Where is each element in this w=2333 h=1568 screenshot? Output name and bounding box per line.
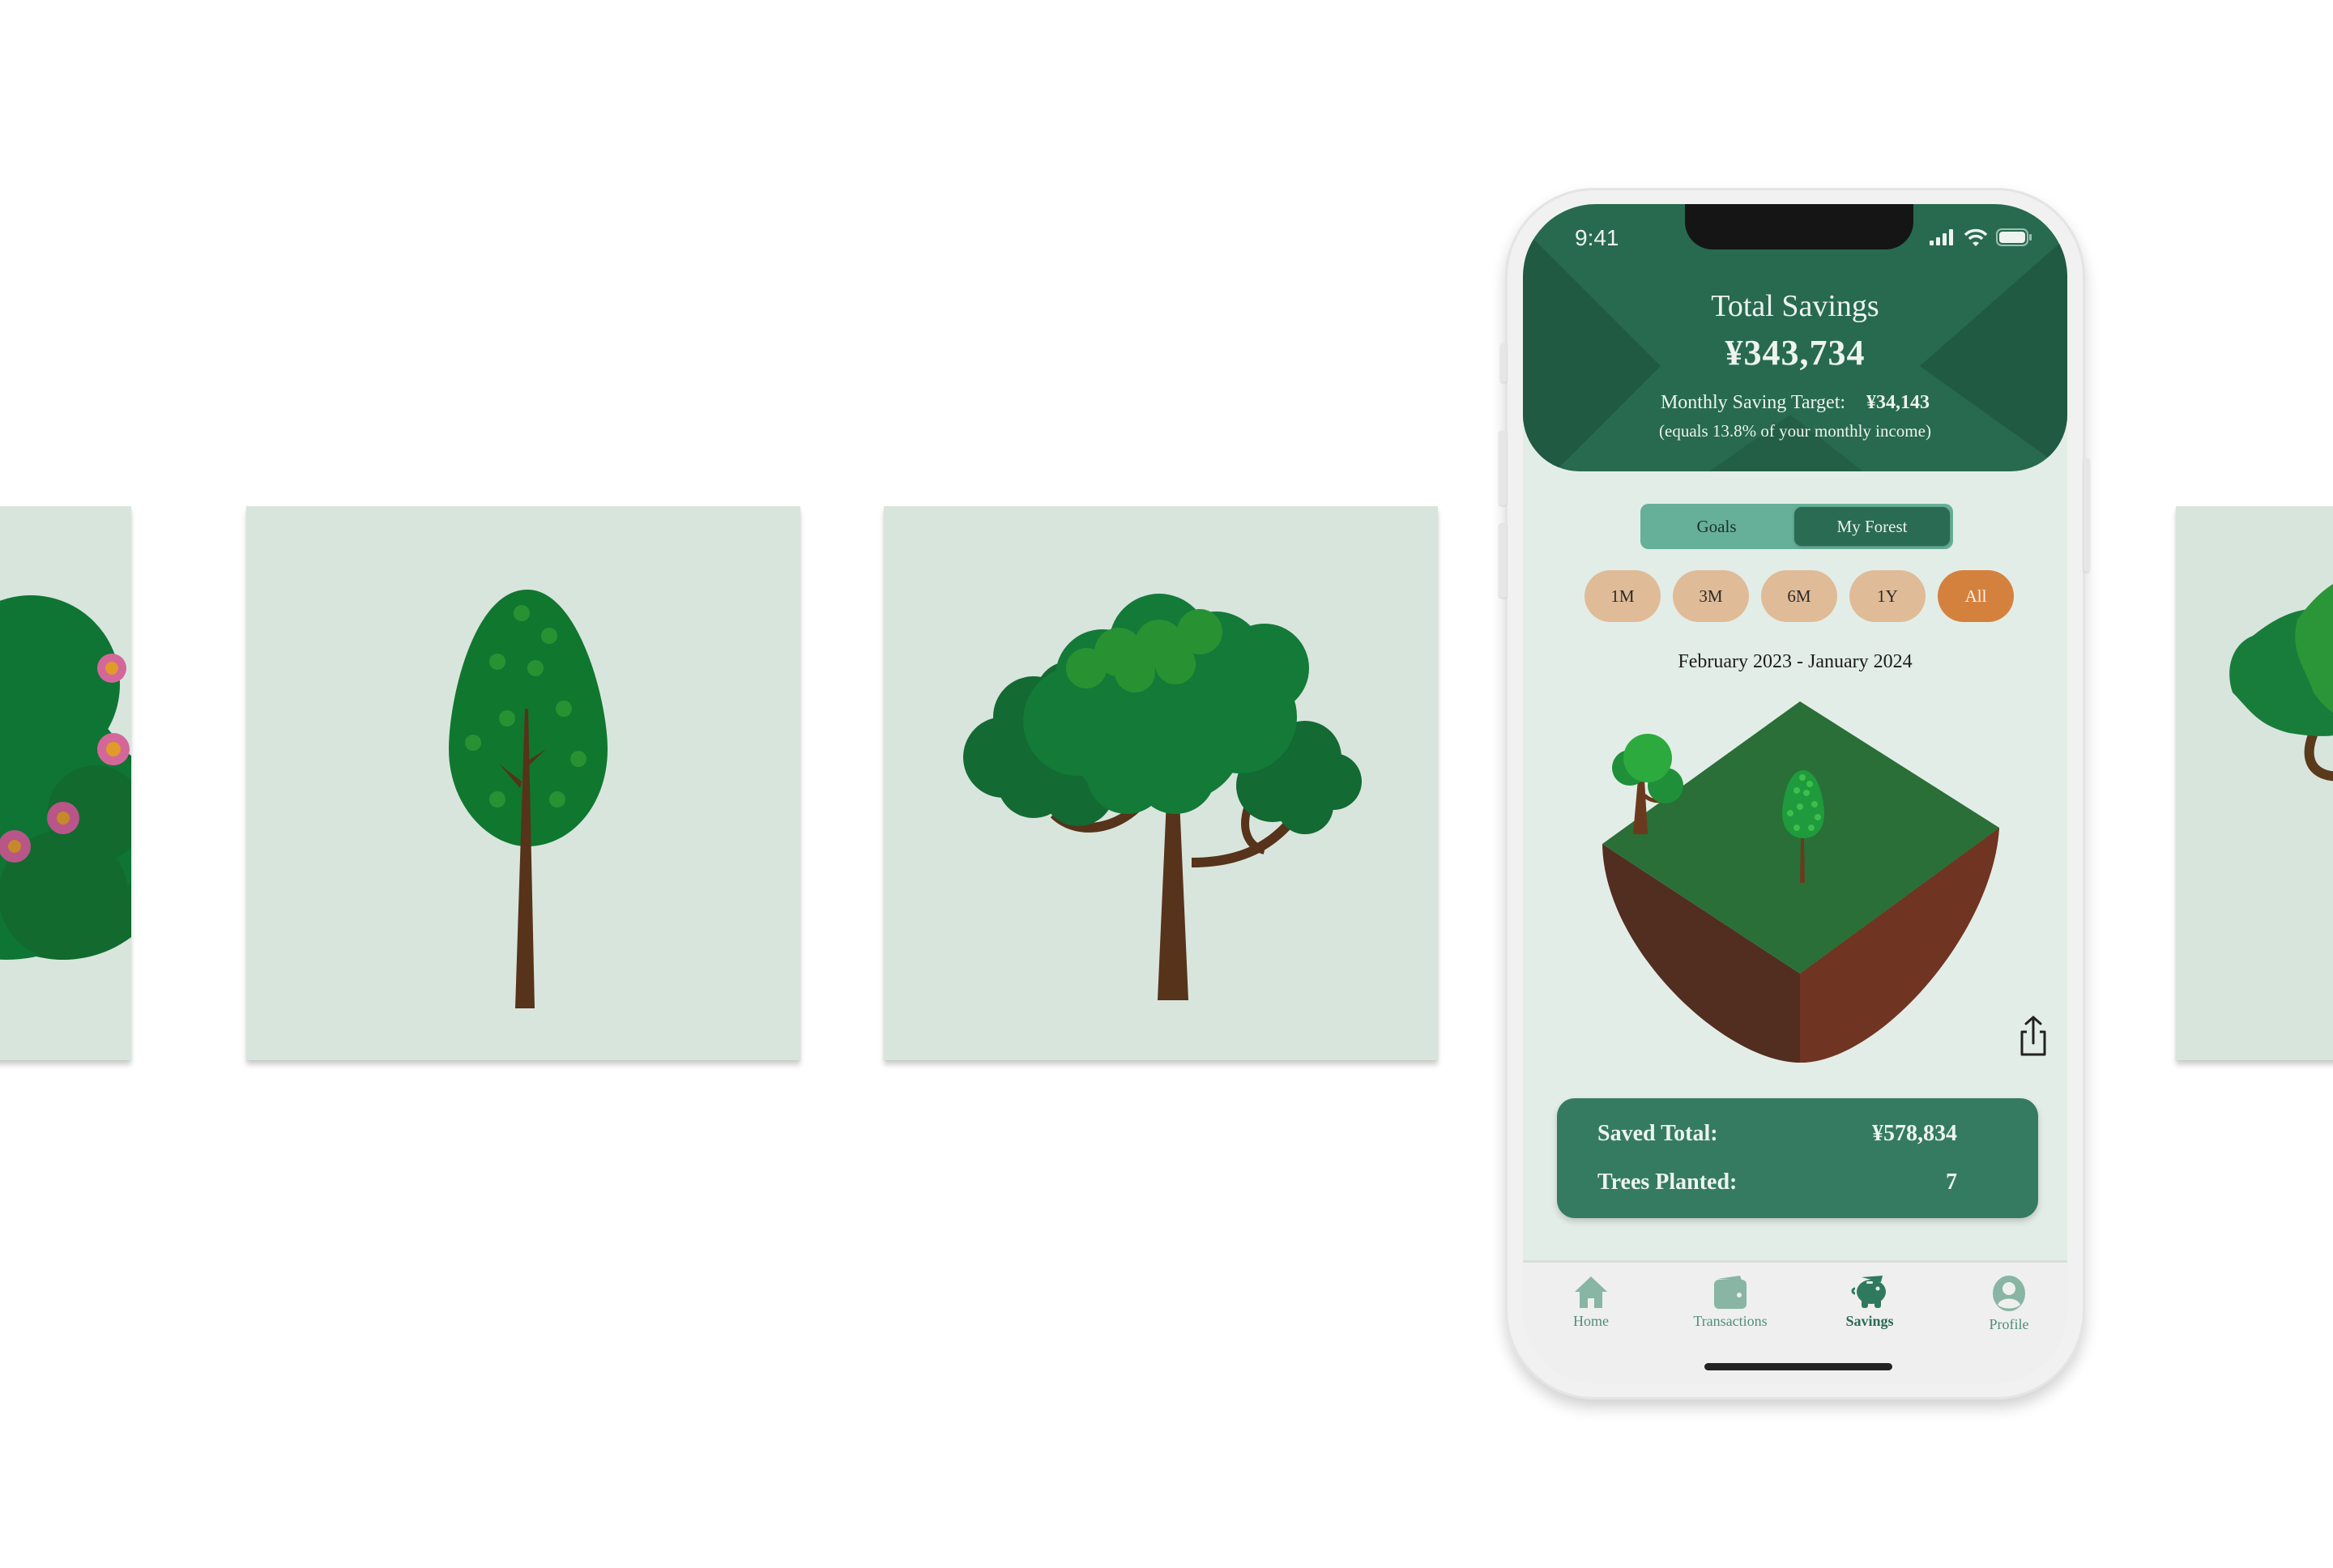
slender-tree-illustration xyxy=(449,590,608,1008)
forest-island xyxy=(1602,701,1999,1063)
app-screen: 9:41 Total Savings ¥343,734 Monthly Savi… xyxy=(1523,204,2067,1383)
range-3m-button[interactable]: 3M xyxy=(1673,570,1749,622)
status-icons xyxy=(1930,228,2032,246)
total-savings-label: Total Savings xyxy=(1711,289,1879,323)
tree-card-flowering-bush[interactable] xyxy=(0,506,131,1060)
total-savings-amount: ¥343,734 xyxy=(1725,333,1866,373)
flower-icon xyxy=(47,802,79,834)
phone-mockup: 9:41 Total Savings ¥343,734 Monthly Savi… xyxy=(1499,188,2090,1400)
power-button xyxy=(2083,458,2090,572)
share-icon[interactable] xyxy=(2014,1014,2053,1058)
home-icon xyxy=(1575,1276,1607,1308)
trees-planted-row: Trees Planted: 7 xyxy=(1597,1170,1957,1195)
cellular-signal-icon xyxy=(1930,229,1953,245)
tab-transactions-label: Transactions xyxy=(1693,1313,1768,1329)
saved-total-row: Saved Total: ¥578,834 xyxy=(1597,1121,1957,1147)
monthly-target-amount: ¥34,143 xyxy=(1866,392,1930,413)
home-indicator[interactable] xyxy=(1704,1363,1892,1370)
monthly-target-label: Monthly Saving Target: xyxy=(1660,392,1846,413)
tab-savings-label: Savings xyxy=(1845,1313,1894,1329)
device-notch xyxy=(1685,204,1913,249)
status-time: 9:41 xyxy=(1575,225,1619,250)
range-1m-button[interactable]: 1M xyxy=(1584,570,1661,622)
battery-icon xyxy=(1996,228,2032,246)
saved-total-value: ¥578,834 xyxy=(1872,1121,1957,1146)
tree-card-leafy-tree[interactable] xyxy=(2176,506,2333,1060)
mute-switch xyxy=(1500,343,1507,382)
view-segmented-control: Goals My Forest xyxy=(1640,504,1953,549)
bottom-tab-bar: Home Transactions Savings Profile xyxy=(1523,1260,2067,1383)
flower-icon xyxy=(97,733,130,765)
forest-stats-card: Saved Total: ¥578,834 Trees Planted: 7 xyxy=(1557,1098,2038,1218)
tab-my-forest[interactable]: My Forest xyxy=(1794,507,1950,546)
tab-goals[interactable]: Goals xyxy=(1644,507,1789,546)
saved-total-label: Saved Total: xyxy=(1597,1121,1718,1146)
tab-savings[interactable]: Savings xyxy=(1813,1274,1926,1330)
tab-profile[interactable]: Profile xyxy=(1952,1274,2066,1333)
profile-icon xyxy=(1993,1276,2025,1311)
range-6m-button[interactable]: 6M xyxy=(1761,570,1837,622)
range-1y-button[interactable]: 1Y xyxy=(1849,570,1926,622)
savings-header: 9:41 Total Savings ¥343,734 Monthly Savi… xyxy=(1523,204,2067,471)
tab-profile-label: Profile xyxy=(1989,1316,2029,1332)
tree-card-slender-tree[interactable] xyxy=(246,506,800,1060)
range-all-button[interactable]: All xyxy=(1938,570,2014,622)
date-range-label: February 2023 - January 2024 xyxy=(1678,651,1913,672)
monthly-target: Monthly Saving Target: ¥34,143 xyxy=(1523,392,2067,414)
flower-icon xyxy=(97,654,126,683)
tab-transactions[interactable]: Transactions xyxy=(1674,1274,1787,1330)
wifi-icon xyxy=(1964,228,1988,246)
tab-home[interactable]: Home xyxy=(1534,1274,1648,1330)
volume-up-button xyxy=(1499,431,1507,505)
trees-planted-label: Trees Planted: xyxy=(1597,1170,1738,1195)
monthly-target-note: (equals 13.8% of your monthly income) xyxy=(1659,421,1931,441)
volume-down-button xyxy=(1499,523,1507,598)
trees-planted-value: 7 xyxy=(1946,1170,1957,1195)
time-range-selector: 1M 3M 6M 1Y All xyxy=(1584,570,2014,622)
tree-card-broad-canopy-tree[interactable] xyxy=(884,506,1438,1060)
tab-home-label: Home xyxy=(1573,1313,1609,1329)
wallet-icon xyxy=(1714,1276,1747,1309)
broad-canopy-tree-illustration xyxy=(963,594,1362,1000)
leafy-tree-illustration xyxy=(2229,584,2333,782)
flowering-bush-illustration xyxy=(0,595,131,960)
piggy-bank-icon xyxy=(1851,1276,1886,1308)
